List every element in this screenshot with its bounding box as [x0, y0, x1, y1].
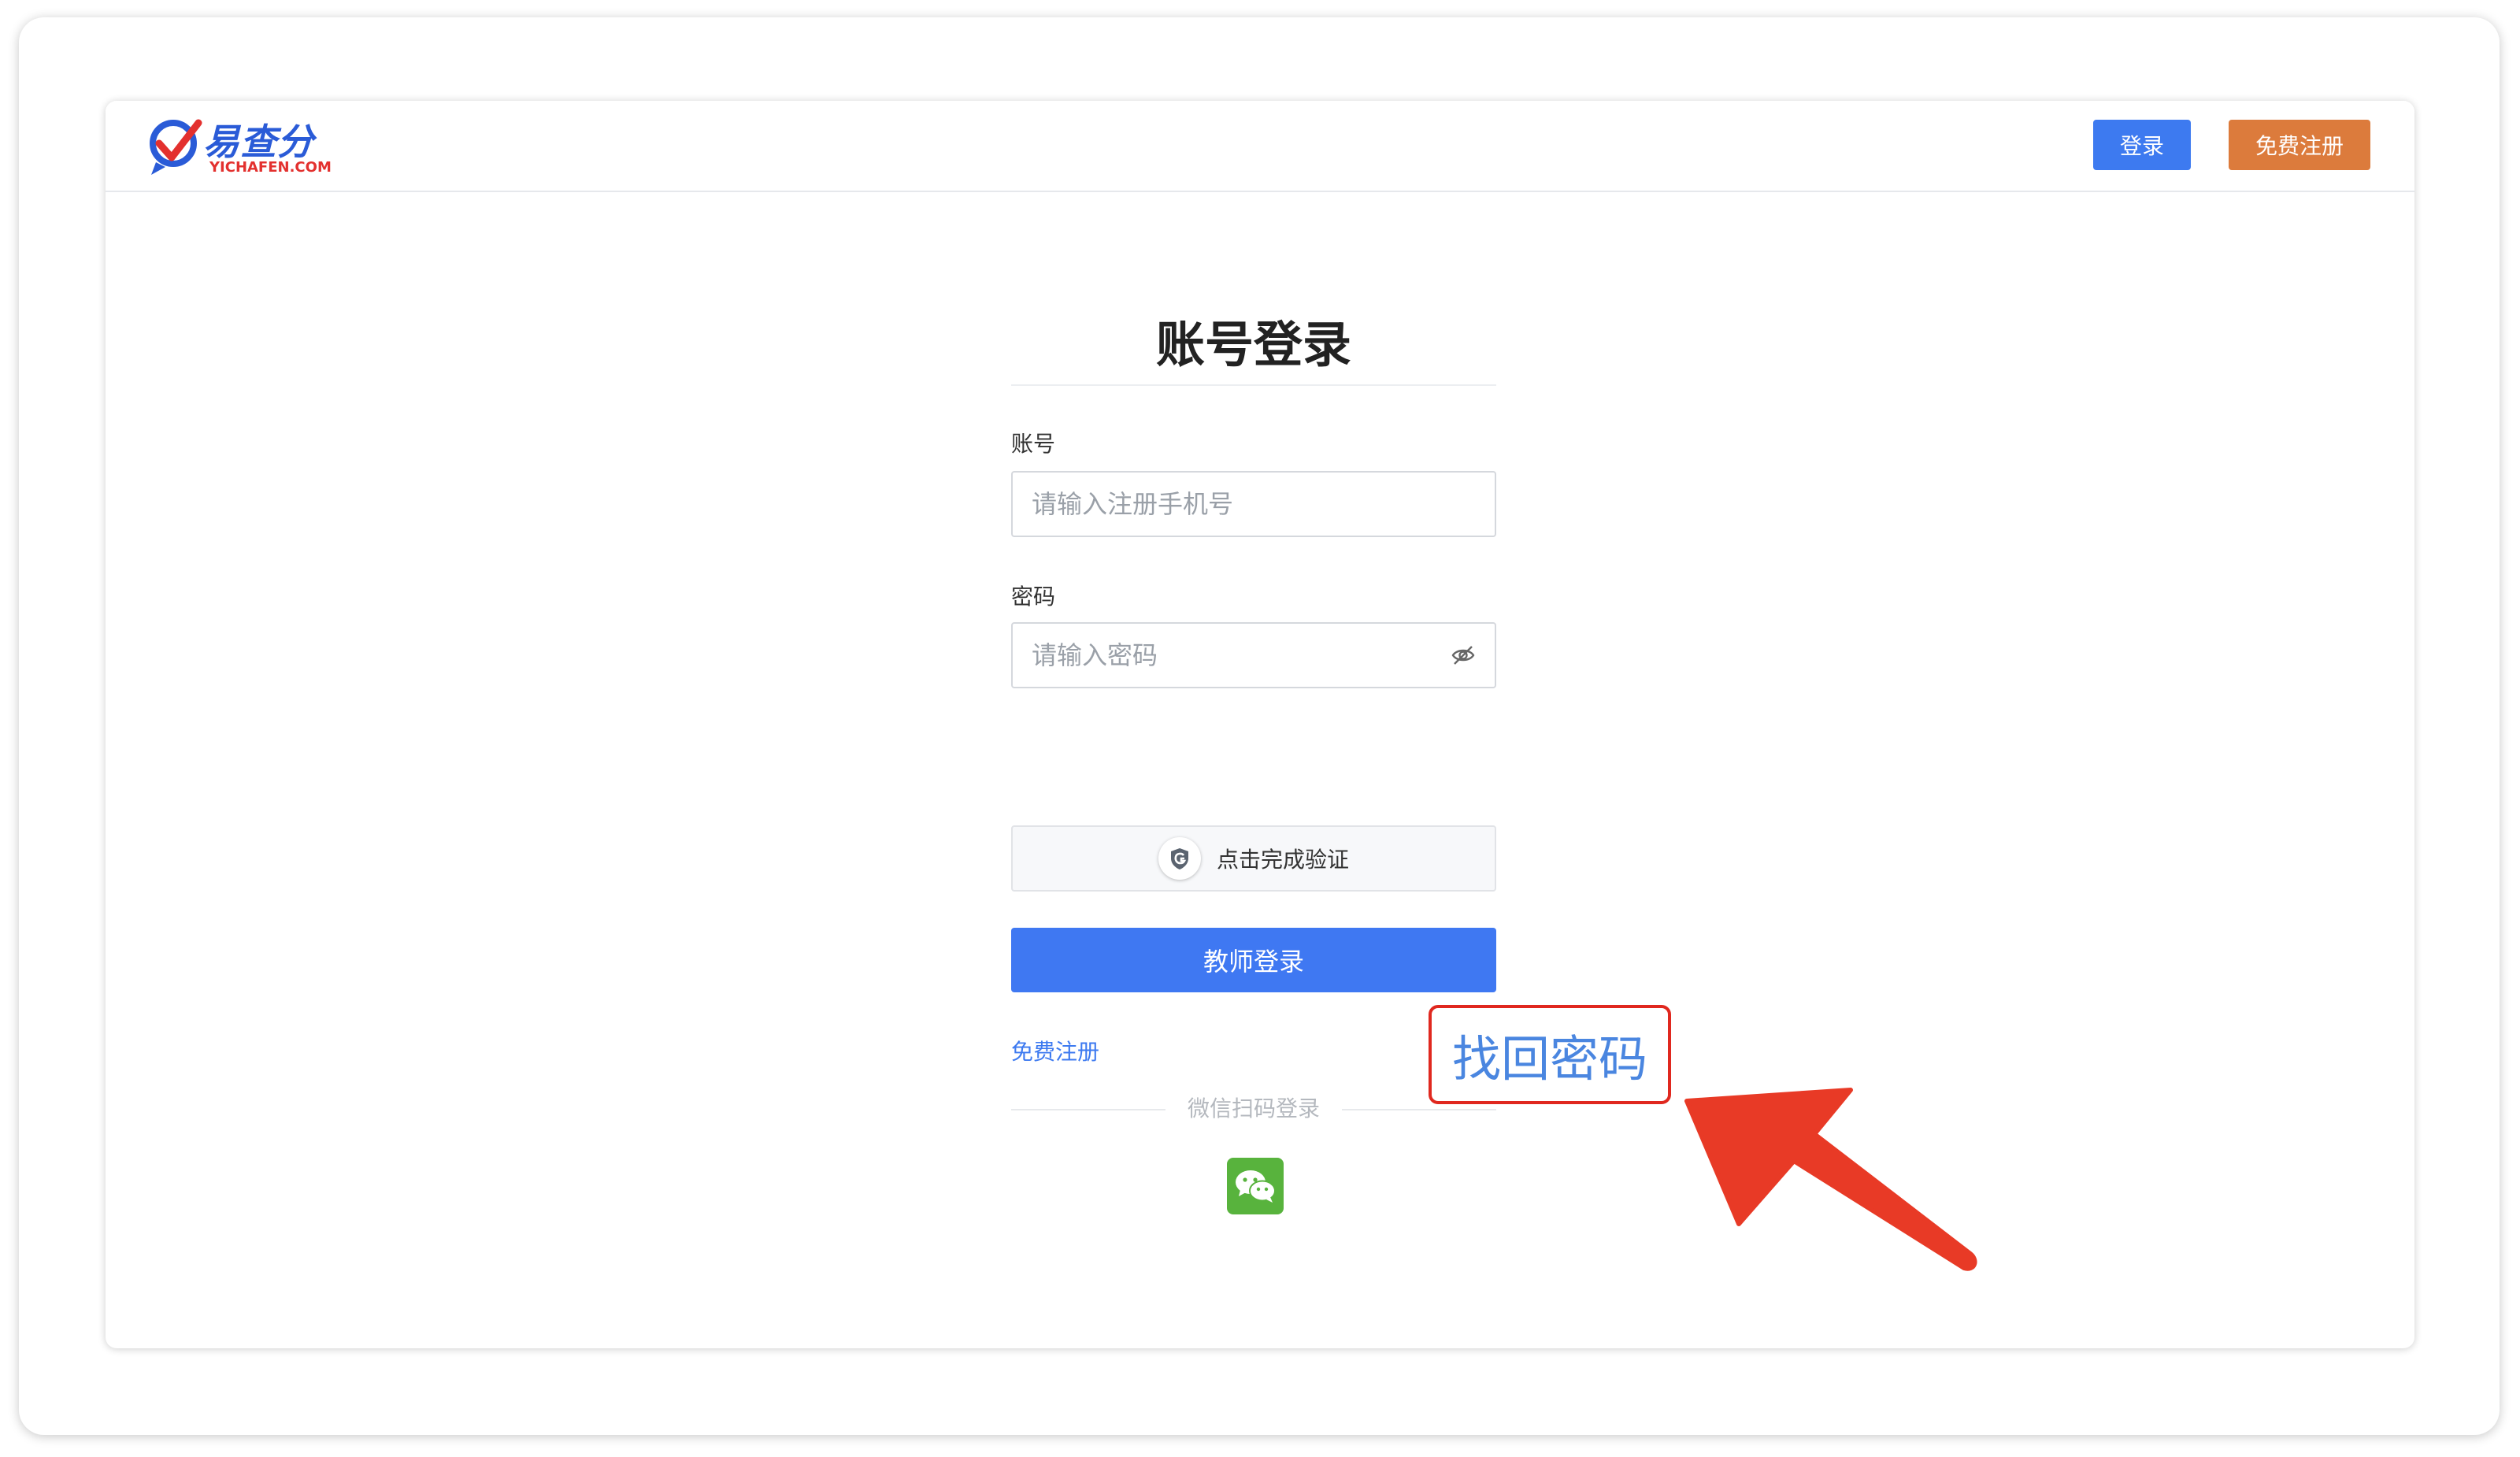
forgot-password-link[interactable]: 找回密码	[1452, 1019, 1647, 1090]
form-title: 账号登录	[1011, 306, 1496, 386]
logo-name: 易查分	[203, 120, 314, 163]
account-label: 账号	[1011, 431, 1056, 457]
logo-domain: YICHAFEN.COM	[209, 159, 332, 176]
register-button[interactable]: 免费注册	[2229, 120, 2370, 170]
teacher-login-button[interactable]: 教师登录	[1011, 928, 1496, 992]
captcha-text: 点击完成验证	[1216, 847, 1349, 873]
shield-icon	[1158, 837, 1201, 880]
logo-check-icon	[150, 119, 202, 175]
captcha-button[interactable]: 点击完成验证	[1011, 825, 1496, 892]
site-logo[interactable]: 易查分 YICHAFEN.COM	[148, 113, 337, 180]
wechat-divider: 微信扫码登录	[1011, 1093, 1496, 1125]
wechat-icon	[1236, 1170, 1276, 1203]
password-label: 密码	[1011, 584, 1056, 610]
free-register-link[interactable]: 免费注册	[1011, 1035, 1099, 1066]
annotation-arrow-icon	[1684, 1088, 1977, 1271]
top-navbar: 易查分 YICHAFEN.COM 登录 免费注册	[106, 101, 2414, 192]
wechat-login-label: 微信扫码登录	[1187, 1096, 1320, 1121]
forgot-password-highlight: 找回密码	[1429, 1005, 1671, 1104]
account-input[interactable]	[1032, 473, 1441, 536]
password-input[interactable]	[1032, 624, 1441, 687]
account-field-box	[1011, 471, 1496, 537]
login-form: 账号登录 账号 密码 点击完成验证 教师登录 免费注册	[1011, 306, 1496, 1214]
eye-off-icon[interactable]	[1451, 643, 1476, 668]
browser-page: 易查分 YICHAFEN.COM 登录 免费注册 账号登录 账号 密码	[106, 101, 2414, 1348]
password-field-box	[1011, 622, 1496, 688]
wechat-login-button[interactable]	[1227, 1158, 1284, 1214]
login-button[interactable]: 登录	[2093, 120, 2191, 170]
